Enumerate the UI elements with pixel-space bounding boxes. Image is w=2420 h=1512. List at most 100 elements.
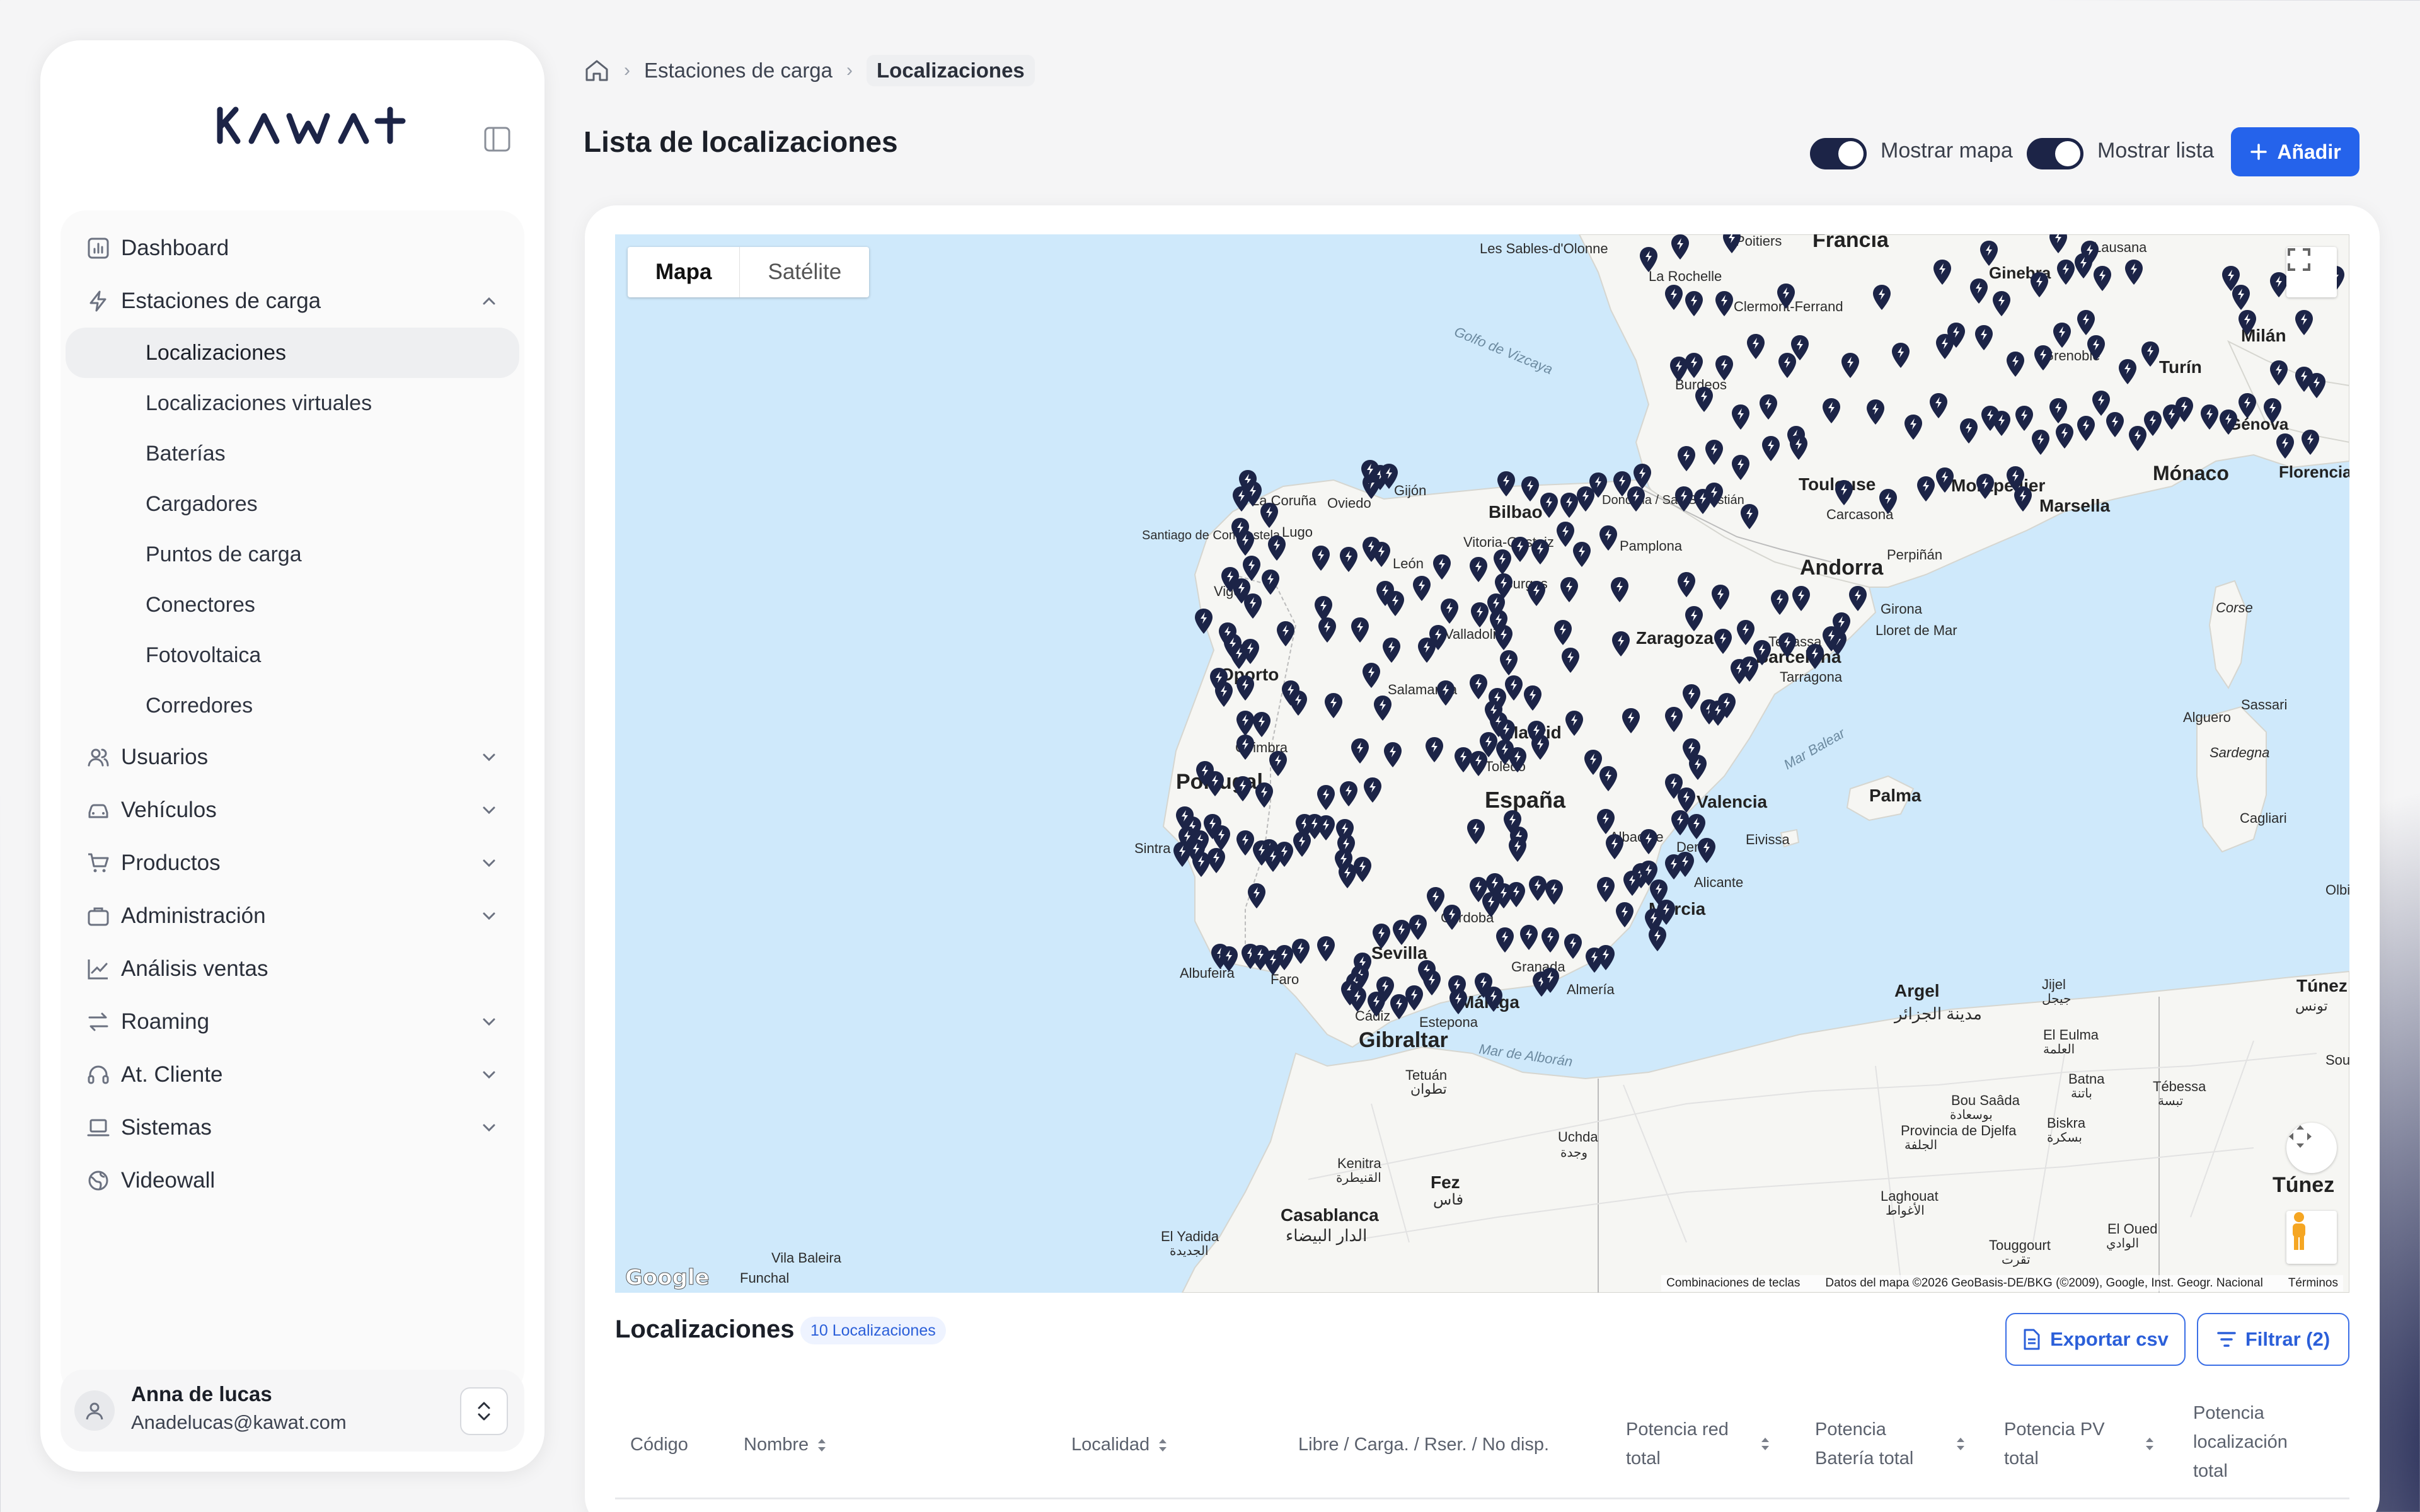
user-card[interactable]: Anna de lucas Anadelucas@kawat.com (60, 1370, 524, 1452)
charging-station-marker[interactable] (1649, 926, 1666, 951)
nav-label-at-cliente: At. Cliente (121, 1062, 223, 1087)
column-label: Potencia localización total (2193, 1403, 2288, 1481)
svg-text:مدينة الجزائر: مدينة الجزائر (1893, 1004, 1982, 1024)
map-attribution: Combinaciones de teclas Datos del mapa ©… (1661, 1275, 2343, 1292)
nav-sub-localizaciones-virtuales[interactable]: Localizaciones virtuales (66, 378, 519, 428)
svg-text:Zaragoza: Zaragoza (1636, 628, 1714, 648)
filter-button[interactable]: Filtrar (2) (2197, 1313, 2349, 1366)
home-icon[interactable] (584, 58, 610, 83)
cart-icon (86, 850, 111, 876)
svg-text:Vila Baleira: Vila Baleira (771, 1250, 842, 1266)
sidebar-collapse-button[interactable] (473, 115, 522, 164)
nav-item-dashboard[interactable]: Dashboard (60, 222, 524, 275)
nav-item-administracion[interactable]: Administración (60, 890, 524, 942)
map-type-satellite[interactable]: Satélite (739, 247, 869, 297)
charging-station-marker[interactable] (1597, 945, 1615, 970)
nav-item-productos[interactable]: Productos (60, 837, 524, 890)
svg-text:تطوان: تطوان (1410, 1081, 1447, 1097)
column-header-codigo[interactable]: Código (630, 1430, 688, 1459)
nav-sub-puntos-de-carga[interactable]: Puntos de carga (66, 529, 519, 580)
user-menu-button[interactable] (460, 1387, 508, 1435)
avatar (74, 1390, 115, 1431)
export-csv-label: Exportar csv (2050, 1328, 2169, 1350)
column-label: Potencia red total (1626, 1419, 1729, 1469)
nav-item-usuarios[interactable]: Usuarios (60, 731, 524, 784)
nav-item-estaciones[interactable]: Estaciones de carga (60, 275, 524, 328)
camera-move-icon (2289, 1125, 2312, 1148)
nav-item-vehiculos[interactable]: Vehículos (60, 784, 524, 837)
breadcrumb-separator: › (624, 60, 630, 81)
nav-sub-label: Corredores (146, 693, 253, 718)
fullscreen-button[interactable] (2286, 247, 2337, 297)
charging-station-marker[interactable] (1698, 838, 1715, 863)
svg-text:الجلفة: الجلفة (1904, 1138, 1937, 1152)
svg-text:Gibraltar: Gibraltar (1359, 1028, 1448, 1052)
show-map-toggle[interactable] (1810, 138, 1867, 169)
add-button[interactable]: Añadir (2231, 127, 2360, 176)
svg-text:Estepona: Estepona (1419, 1014, 1478, 1030)
column-label: Potencia Batería total (1815, 1419, 1914, 1469)
map-camera-control[interactable] (2286, 1123, 2337, 1173)
svg-text:بسكرة: بسكرة (2047, 1131, 2082, 1145)
street-view-pegman[interactable] (2286, 1211, 2337, 1264)
column-header-localidad[interactable]: Localidad (1071, 1430, 1168, 1459)
svg-text:Bou Saâda: Bou Saâda (1951, 1092, 2020, 1108)
svg-text:Girona: Girona (1881, 601, 1923, 617)
nav-sub-label: Localizaciones virtuales (146, 391, 372, 415)
svg-text:Carcasona: Carcasona (1826, 507, 1894, 522)
map-type-control: Mapa Satélite (628, 247, 870, 297)
chevron-down-icon (483, 859, 495, 868)
column-header-potencia-pv[interactable]: Potencia PV total (2004, 1415, 2174, 1473)
show-list-toggle[interactable] (2027, 138, 2083, 169)
user-email: Anadelucas@kawat.com (131, 1411, 347, 1433)
sort-icon (818, 1439, 826, 1452)
svg-text:Túnez: Túnez (2273, 1173, 2334, 1197)
svg-text:وجدة: وجدة (1560, 1146, 1587, 1160)
sort-icon (2146, 1438, 2153, 1450)
nav-item-roaming[interactable]: Roaming (60, 995, 524, 1048)
list-title: Localizaciones (615, 1315, 795, 1343)
charging-station-marker[interactable] (1671, 810, 1689, 835)
charging-station-marker[interactable] (1688, 814, 1705, 839)
svg-text:العلمة: العلمة (2043, 1043, 2075, 1057)
map[interactable]: Francia España Portugal Andorra Mónaco G… (615, 234, 2349, 1293)
nav-sub-label: Puntos de carga (146, 542, 302, 566)
svg-text:Provincia de Djelfa: Provincia de Djelfa (1901, 1123, 2017, 1138)
chevron-down-icon (483, 1018, 495, 1026)
filter-icon (2217, 1332, 2236, 1347)
nav-sub-cargadores[interactable]: Cargadores (66, 479, 519, 529)
nav-sub-baterias[interactable]: Baterías (66, 428, 519, 479)
nav-label-administracion: Administración (121, 903, 266, 928)
column-header-nombre[interactable]: Nombre (744, 1430, 827, 1459)
nav-sub-label: Fotovoltaica (146, 643, 262, 667)
svg-text:Touggourt: Touggourt (1989, 1237, 2051, 1253)
map-type-map[interactable]: Mapa (628, 247, 739, 297)
svg-text:Eivissa: Eivissa (1746, 832, 1790, 847)
column-header-potencia-bateria[interactable]: Potencia Batería total (1815, 1415, 1985, 1473)
trend-icon (86, 956, 111, 982)
nav-item-analisis-ventas[interactable]: Análisis ventas (60, 942, 524, 995)
charging-station-marker[interactable] (1173, 842, 1191, 867)
user-icon (86, 1402, 103, 1420)
nav-sub-fotovoltaica[interactable]: Fotovoltaica (66, 630, 519, 680)
svg-text:El Eulma: El Eulma (2043, 1027, 2099, 1043)
charging-station-marker[interactable] (1676, 852, 1694, 877)
breadcrumb-estaciones[interactable]: Estaciones de carga (644, 59, 833, 83)
kawat-logo[interactable] (176, 91, 415, 163)
nav-sub-localizaciones[interactable]: Localizaciones (66, 328, 519, 378)
users-icon (86, 745, 111, 770)
nav-sub-corredores[interactable]: Corredores (66, 680, 519, 731)
column-header-potencia-localizacion: Potencia localización total (2193, 1399, 2319, 1486)
keyboard-shortcuts-link[interactable]: Combinaciones de teclas (1666, 1276, 1800, 1290)
terms-link[interactable]: Términos (2288, 1276, 2338, 1290)
nav-item-at-cliente[interactable]: At. Cliente (60, 1048, 524, 1101)
svg-text:La Coruña: La Coruña (1252, 493, 1317, 508)
nav-item-sistemas[interactable]: Sistemas (60, 1101, 524, 1154)
map-canvas[interactable]: Francia España Portugal Andorra Mónaco G… (615, 234, 2349, 1293)
export-csv-button[interactable]: Exportar csv (2005, 1313, 2186, 1366)
nav-label-videowall: Videowall (121, 1168, 216, 1193)
column-header-potencia-red[interactable]: Potencia red total (1626, 1415, 1790, 1473)
nav-label-vehiculos: Vehículos (121, 798, 217, 822)
nav-sub-conectores[interactable]: Conectores (66, 580, 519, 630)
nav-item-videowall[interactable]: Videowall (60, 1154, 524, 1207)
